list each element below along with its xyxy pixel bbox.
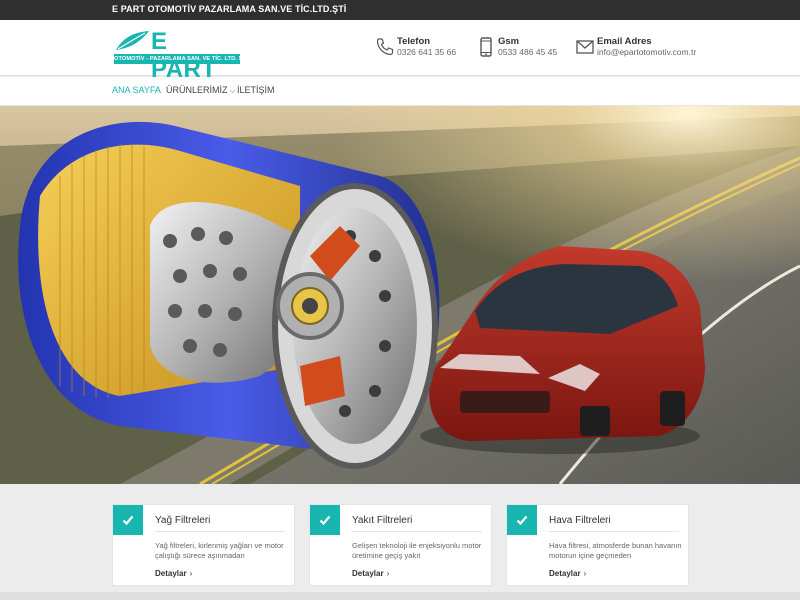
divider [549,531,679,532]
nav-item-contact[interactable]: İLETİŞİM [237,85,275,95]
logo[interactable]: E PART OTOMOTİV - PAZARLAMA SAN. VE TİC.… [114,28,250,83]
details-link-label: Detaylar [155,569,187,578]
leaf-icon [116,31,149,50]
check-badge [507,505,537,535]
details-link-label: Detaylar [549,569,581,578]
contact-email: Email Adres info@epartotomotiv.com.tr [575,36,705,62]
card-oil-filters[interactable]: Yağ Filtreleri Yağ filtreleri, kirlenmiş… [112,504,295,586]
details-link-label: Detaylar [352,569,384,578]
chevron-right-icon: › [386,569,390,578]
card-text: Hava filtresi, atmosferde bunan havanın … [549,541,682,560]
details-link[interactable]: Detaylar › [155,569,192,578]
card-fuel-filters[interactable]: Yakıt Filtreleri Gelişen teknoloji ile e… [309,504,492,586]
card-text: Gelişen teknoloji ile enjeksiyonlu motor… [352,541,482,560]
phone-number: 0326 641 35 66 [397,47,457,57]
check-icon [122,515,134,526]
contact-gsm: Gsm 0533 486 45 45 [476,36,566,62]
check-icon [319,515,331,526]
email-address[interactable]: info@epartotomotiv.com.tr [597,47,696,57]
contact-title: Email Adres [597,36,652,47]
nav-item-label: ÜRÜNLERİMİZ [166,85,228,95]
card-title: Yakıt Filtreleri [352,515,413,526]
nav-item-products[interactable]: ÜRÜNLERİMİZ ⌵ [166,85,236,96]
main-nav: ANA SAYFA ÜRÜNLERİMİZ ⌵ İLETİŞİM [0,77,800,106]
footer-strip [0,592,800,600]
contact-title: Telefon [397,36,431,47]
chevron-right-icon: › [583,569,587,578]
hero-banner[interactable] [0,106,800,484]
divider [352,531,482,532]
check-icon [516,515,528,526]
details-link[interactable]: Detaylar › [352,569,389,578]
contact-phone: Telefon 0326 641 35 66 [375,36,475,62]
hero-image [0,106,800,484]
logo-tagline: OTOMOTİV - PAZARLAMA SAN. VE TİC. LTD. Ş… [114,54,250,64]
phone-icon [376,38,394,56]
card-title: Yağ Filtreleri [155,515,211,526]
mobile-icon [480,37,492,57]
contact-title: Gsm [498,36,520,47]
gsm-number: 0533 486 45 45 [498,47,558,57]
top-bar: E PART OTOMOTİV PAZARLAMA SAN.VE TİC.LTD… [0,0,800,20]
check-badge [310,505,340,535]
mail-icon [576,40,594,54]
divider [155,531,285,532]
product-cards: Yağ Filtreleri Yağ filtreleri, kirlenmiş… [0,484,800,600]
card-air-filters[interactable]: Hava Filtreleri Hava filtresi, atmosferd… [506,504,689,586]
nav-item-home[interactable]: ANA SAYFA [112,85,161,95]
card-title: Hava Filtreleri [549,515,611,526]
details-link[interactable]: Detaylar › [549,569,586,578]
chevron-down-icon: ⌵ [229,86,236,95]
header: E PART OTOMOTİV - PAZARLAMA SAN. VE TİC.… [0,20,800,83]
card-text: Yağ filtreleri, kirlenmiş yağları ve mot… [155,541,284,560]
chevron-right-icon: › [189,569,193,578]
company-name: E PART OTOMOTİV PAZARLAMA SAN.VE TİC.LTD… [112,4,347,14]
check-badge [113,505,143,535]
